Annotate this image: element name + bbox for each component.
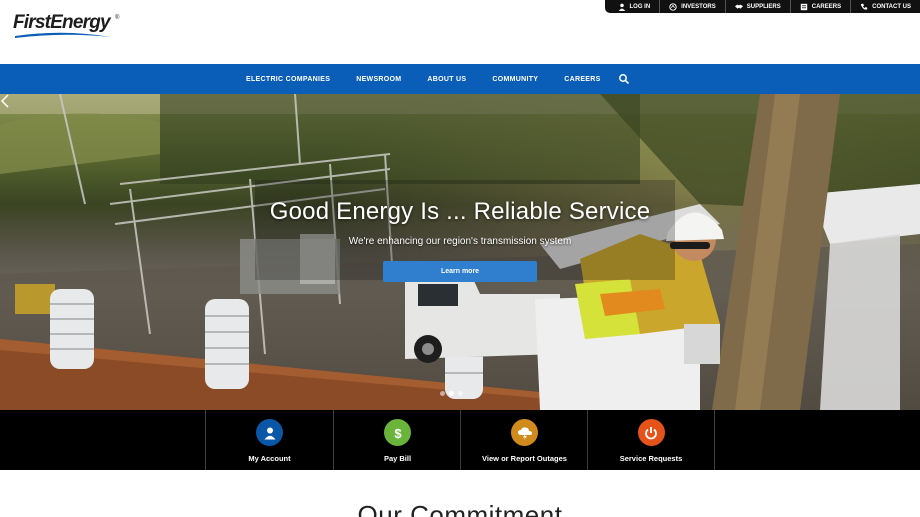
carousel-dot-3[interactable] [458,391,463,396]
commitment-heading: Our Commitment [357,500,563,517]
suppliers-link[interactable]: SUPPLIERS [724,0,790,13]
phone-icon [860,3,868,10]
outages-link[interactable]: View or Report Outages [460,410,588,470]
logo-swoosh-icon [15,32,111,38]
search-icon[interactable] [618,73,630,85]
carousel-dots [440,391,463,396]
my-account-label: My Account [248,454,291,463]
nav-electric-companies[interactable]: ELECTRIC COMPANIES [233,76,343,83]
nav-community[interactable]: COMMUNITY [479,76,551,83]
pay-bill-icon-circle: $ [384,419,411,446]
hero-title: Good Energy Is ... Reliable Service [269,198,651,225]
user-icon [618,3,625,11]
service-requests-link[interactable]: Service Requests [587,410,715,470]
contact-label: CONTACT US [872,3,911,10]
hero-banner: Good Energy Is ... Reliable Service We'r… [0,94,920,410]
site-header: FirstEnergy ® LOG IN INVESTORS SUPPLIERS… [0,0,920,64]
handshake-icon [734,4,743,9]
investors-link[interactable]: INVESTORS [659,0,725,13]
carousel-dot-2[interactable] [449,391,454,396]
quick-links-bar: My Account $ Pay Bill View or Report Out… [0,410,920,470]
pay-bill-link[interactable]: $ Pay Bill [333,410,461,470]
nav-about-us[interactable]: ABOUT US [414,76,479,83]
outages-icon-circle [511,419,538,446]
page: FirstEnergy ® LOG IN INVESTORS SUPPLIERS… [0,0,920,517]
my-account-link[interactable]: My Account [205,410,333,470]
suppliers-label: SUPPLIERS [746,3,781,10]
service-requests-label: Service Requests [619,454,683,463]
utility-nav: LOG IN INVESTORS SUPPLIERS CAREERS CONTA… [604,0,920,13]
power-icon [645,426,657,439]
person-icon [264,427,275,439]
login-link[interactable]: LOG IN [609,0,660,13]
hero-subtitle: We're enhancing our region's transmissio… [348,236,572,247]
pay-bill-label: Pay Bill [383,454,412,463]
outages-label: View or Report Outages [482,454,567,463]
registered-mark: ® [115,15,120,21]
chevron-left-icon[interactable] [0,94,10,108]
firstenergy-logo[interactable]: FirstEnergy ® [13,12,123,40]
investors-icon [669,2,677,11]
service-requests-icon-circle [637,419,665,446]
careers-utility-link[interactable]: CAREERS [789,0,850,13]
contact-link[interactable]: CONTACT US [850,0,920,13]
main-nav: ELECTRIC COMPANIES NEWSROOM ABOUT US COM… [0,64,920,94]
careers-utility-label: CAREERS [811,3,842,10]
dollar-icon: $ [394,426,402,440]
carousel-dot-1[interactable] [440,391,445,396]
investors-label: INVESTORS [681,3,716,10]
careers-icon [800,3,807,10]
cloud-lightning-icon [517,426,532,440]
nav-newsroom[interactable]: NEWSROOM [343,76,414,83]
login-label: LOG IN [629,3,651,10]
svg-text:$: $ [394,426,402,440]
learn-more-button[interactable]: Learn more [383,261,537,282]
my-account-icon-circle [256,419,283,446]
nav-careers[interactable]: CAREERS [551,76,613,83]
